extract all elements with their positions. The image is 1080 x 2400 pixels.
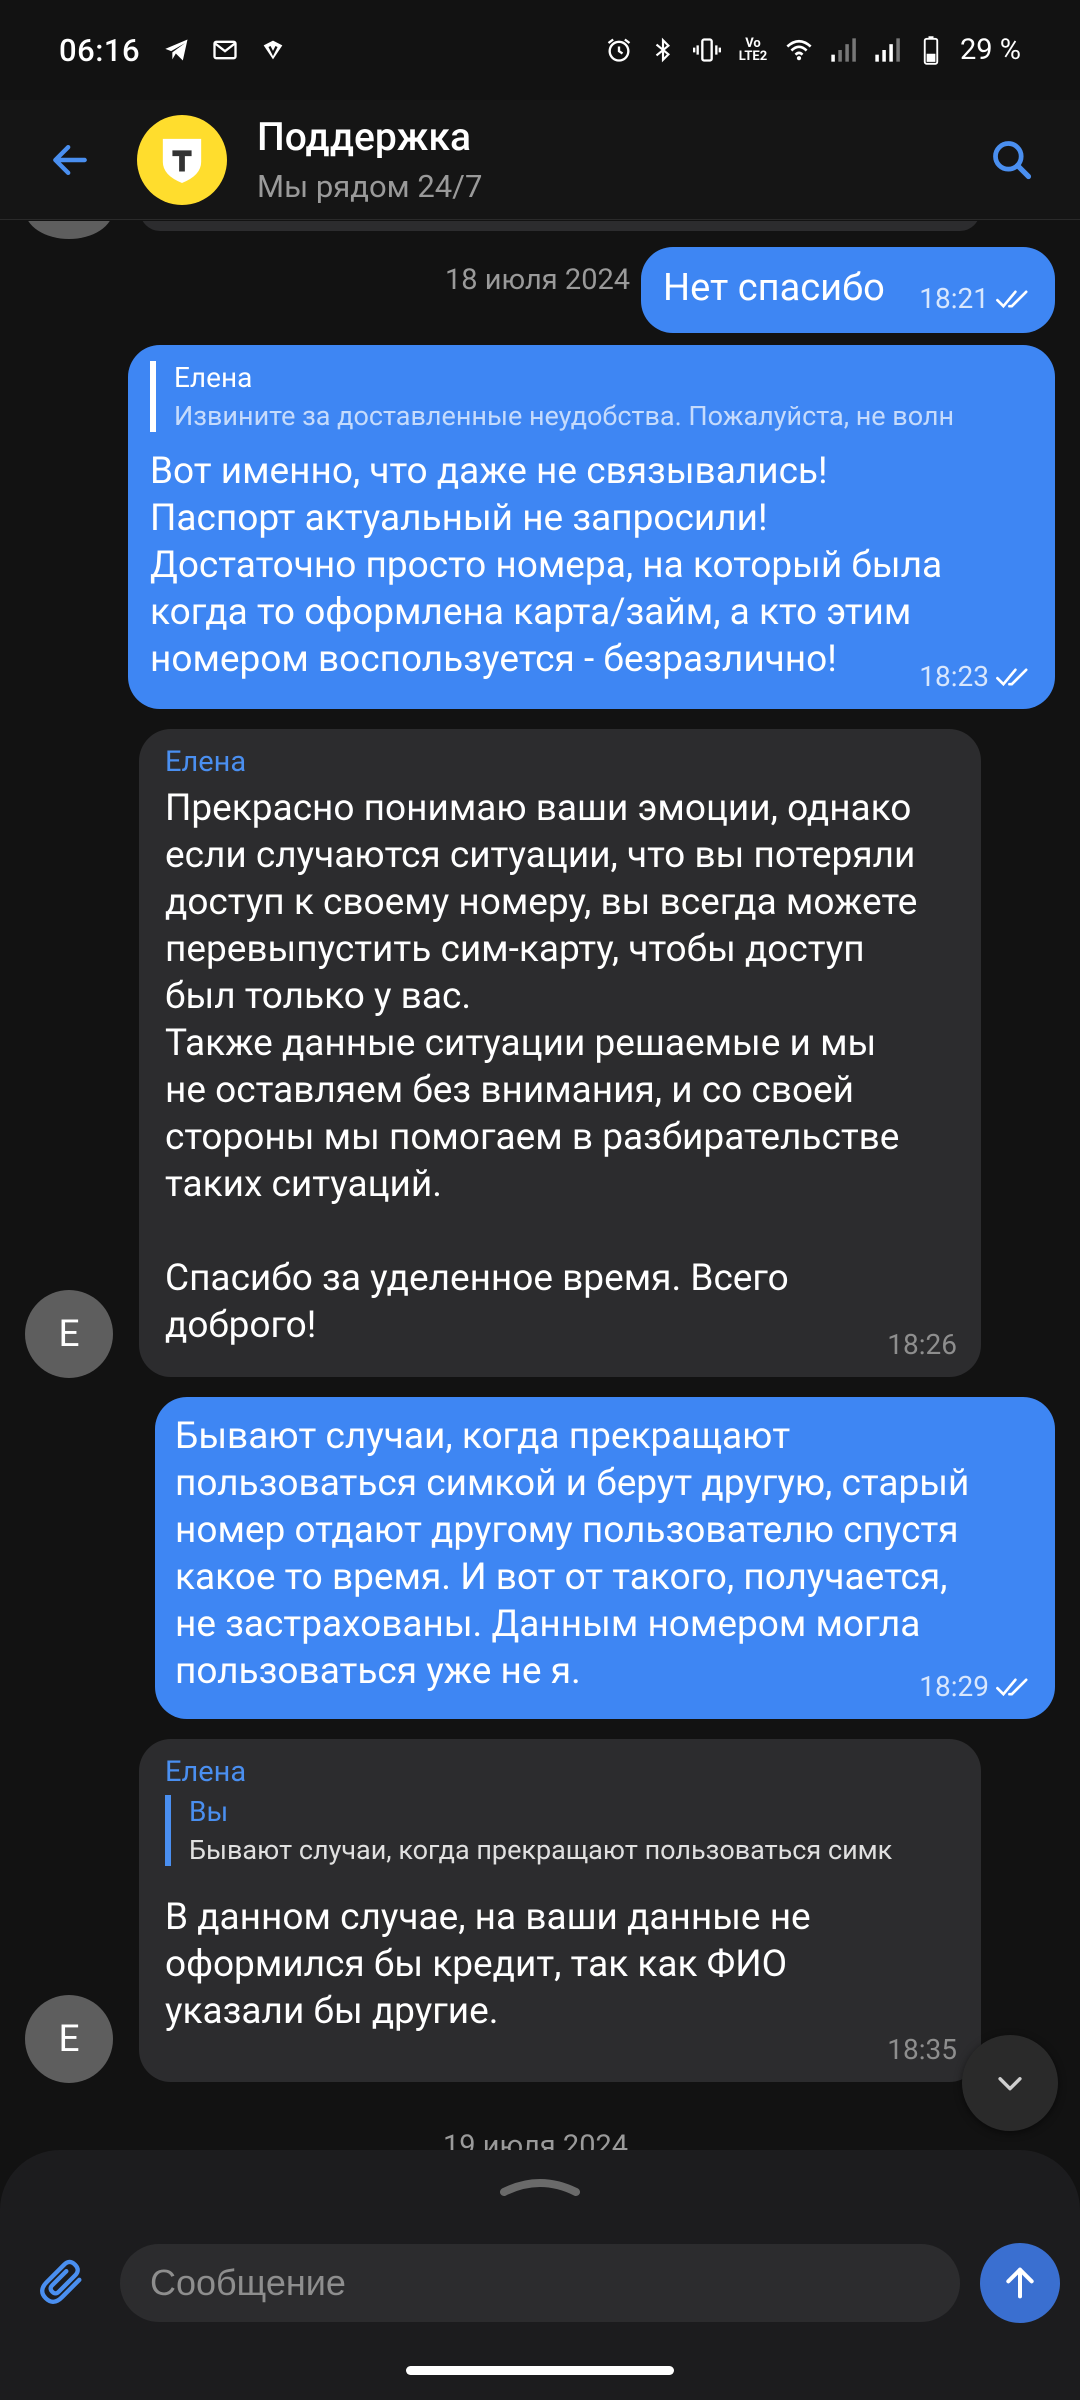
scroll-down-button[interactable] — [962, 2035, 1058, 2131]
message-text: Бывают случаи, когда прекращают пользова… — [175, 1415, 970, 1693]
date-label: 18 июля 2024 — [445, 263, 631, 297]
header-text[interactable]: Поддержка Мы рядом 24/7 — [257, 114, 482, 205]
paperclip-icon — [40, 2259, 82, 2304]
wifi-icon — [784, 35, 814, 65]
telegram-icon — [162, 35, 192, 65]
avatar[interactable]: Е — [25, 1290, 113, 1378]
arrow-up-icon — [1006, 2267, 1034, 2299]
message-list[interactable]: 18 июля 2024 Нет спасибо 18:21 Елена Изв… — [0, 221, 1080, 2151]
sender-name: Елена — [165, 1755, 247, 1789]
avatar[interactable]: Е — [25, 1995, 113, 2083]
message-text: Прекрасно понимаю ваши эмоции, однако ес… — [165, 787, 918, 1347]
message-meta: 18:26 — [887, 1328, 957, 1361]
signal-icon — [828, 35, 858, 65]
message-text: В данном случае, на ваши данные не оформ… — [165, 1896, 811, 2033]
sender-name: Елена — [165, 745, 247, 779]
message-incoming[interactable]: Елена Прекрасно понимаю ваши эмоции, одн… — [139, 729, 981, 1377]
expand-handle[interactable] — [500, 2170, 580, 2200]
double-check-icon — [996, 667, 1028, 686]
system-icons: Vo LTE2 29 % — [604, 33, 1021, 67]
volte-lte2-icon: Vo LTE2 — [738, 36, 768, 64]
message-incoming[interactable]: Елена Вы Бывают случаи, когда прекращают… — [139, 1739, 981, 2082]
shield-logo-icon — [162, 138, 202, 183]
double-check-icon — [996, 289, 1028, 308]
vibrate-icon — [692, 35, 722, 65]
reply-quote[interactable]: Елена Извините за доставленные неудобств… — [150, 361, 1033, 432]
chevron-up-icon — [500, 2179, 580, 2196]
reply-author: Вы — [189, 1795, 229, 1828]
notification-icons — [162, 35, 288, 65]
previous-avatar-fragment — [25, 221, 113, 239]
date-label: 19 июля 2024 — [443, 2129, 629, 2151]
message-meta: 18:29 — [919, 1670, 1031, 1703]
message-outgoing[interactable]: Елена Извините за доставленные неудобств… — [128, 345, 1055, 709]
chat-subtitle: Мы рядом 24/7 — [257, 168, 483, 205]
chat-header: Поддержка Мы рядом 24/7 — [0, 100, 1080, 220]
bank-logo-avatar[interactable] — [137, 114, 227, 205]
message-composer — [0, 2150, 1080, 2400]
status-bar: 06:16 Vo LTE2 29 % — [0, 0, 1080, 100]
message-meta: 18:23 — [919, 660, 1031, 693]
arrow-left-icon — [53, 144, 87, 175]
back-button[interactable] — [40, 130, 100, 190]
message-time: 18:35 — [887, 2033, 957, 2066]
search-icon — [993, 140, 1032, 179]
battery-percent: 29 % — [959, 33, 1021, 67]
message-time: 18:26 — [887, 1328, 957, 1361]
chat-title: Поддержка — [257, 114, 471, 160]
alarm-icon — [604, 35, 634, 65]
previous-message-fragment — [140, 221, 980, 231]
status-time: 06:16 — [59, 31, 141, 69]
message-time: 18:29 — [919, 1670, 989, 1703]
message-outgoing[interactable]: Нет спасибо 18:21 — [641, 247, 1055, 333]
message-time: 18:21 — [919, 282, 989, 315]
home-indicator[interactable] — [406, 2366, 674, 2375]
reply-text: Бывают случаи, когда прекращают пользова… — [189, 1834, 893, 1866]
signal-icon — [872, 35, 902, 65]
vpn-icon — [258, 35, 288, 65]
bluetooth-icon — [648, 35, 678, 65]
send-button[interactable] — [980, 2243, 1060, 2323]
reply-text: Извините за доставленные неудобства. Пож… — [174, 400, 955, 432]
reply-quote[interactable]: Вы Бывают случаи, когда прекращают польз… — [165, 1795, 955, 1866]
reply-author: Елена — [174, 361, 253, 394]
attach-button[interactable] — [30, 2250, 94, 2314]
message-meta: 18:35 — [887, 2033, 957, 2066]
search-button[interactable] — [982, 130, 1042, 190]
mail-icon — [210, 35, 240, 65]
message-input[interactable] — [120, 2244, 960, 2322]
message-meta: 18:21 — [919, 282, 1031, 315]
message-text: Вот именно, что даже не связывались! Пас… — [150, 450, 943, 681]
message-time: 18:23 — [919, 660, 989, 693]
double-check-icon — [996, 1677, 1028, 1696]
chevron-down-icon — [998, 2077, 1022, 2091]
battery-icon — [916, 35, 946, 65]
message-outgoing[interactable]: Бывают случаи, когда прекращают пользова… — [155, 1397, 1055, 1719]
